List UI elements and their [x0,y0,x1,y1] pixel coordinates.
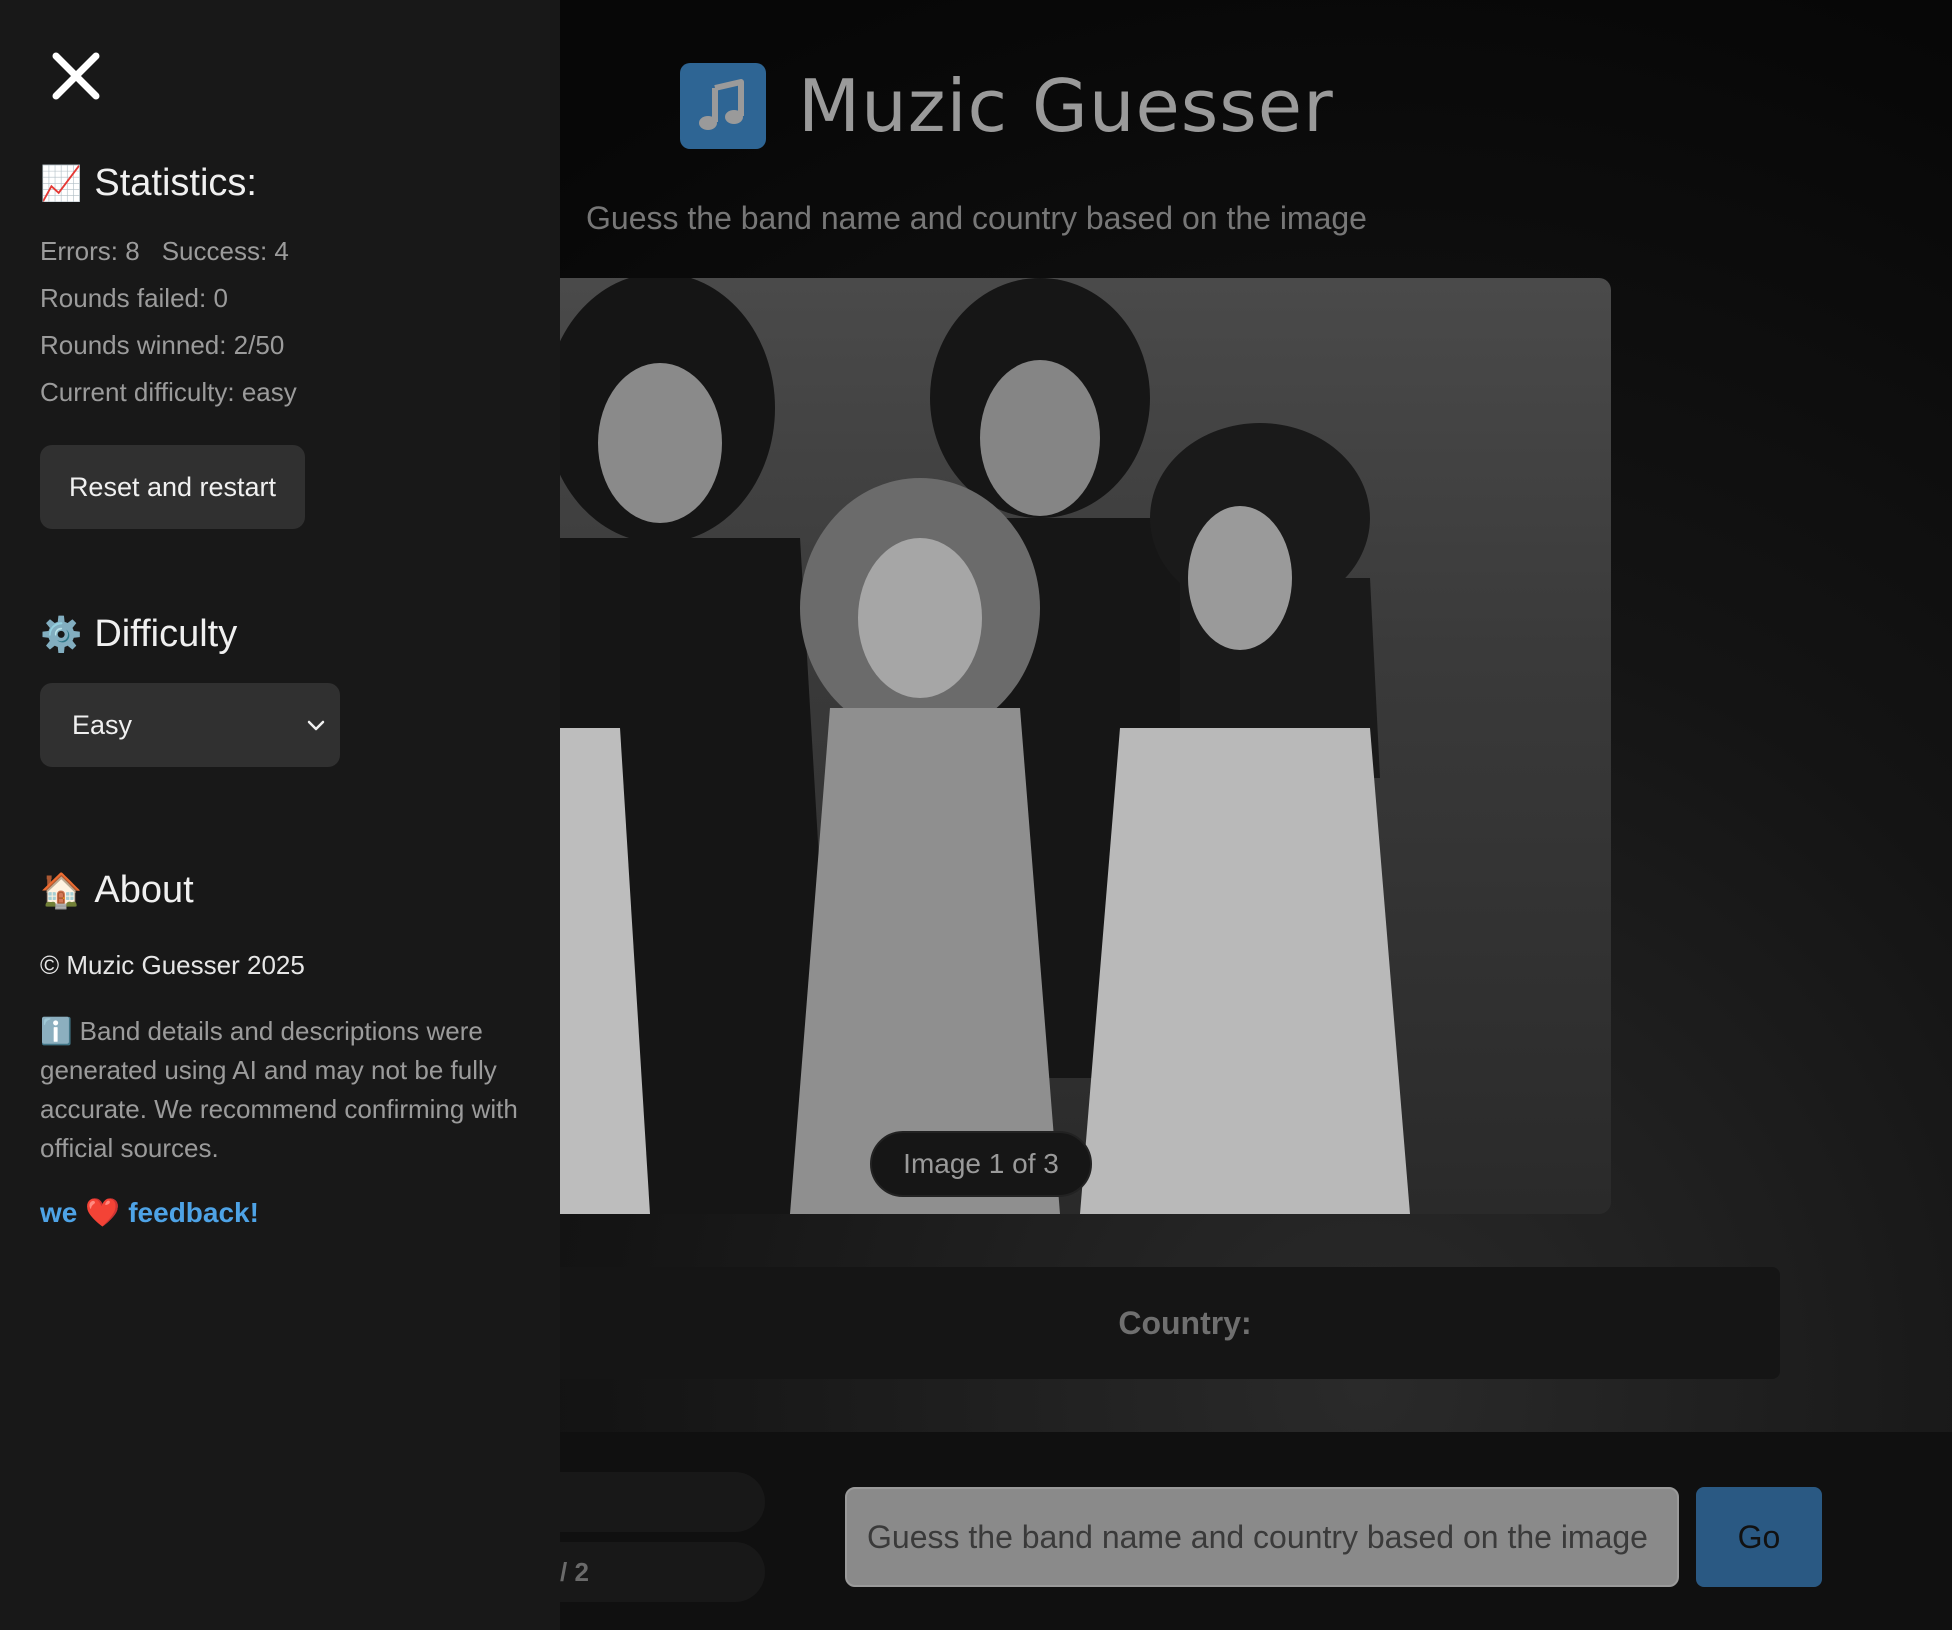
feedback-link[interactable]: we ❤️ feedback! [40,1196,259,1229]
answer-panel: Country: [530,1267,1780,1379]
go-button[interactable]: Go [1696,1487,1822,1587]
close-icon[interactable] [48,48,104,104]
statistics-title: Statistics: [94,162,257,204]
app-header: Muzic Guesser [680,62,1334,150]
gear-icon: ⚙️ [40,615,83,654]
difficulty-selected-value: Easy [72,709,133,740]
ai-disclaimer: ℹ️ Band details and descriptions were ge… [40,1016,518,1163]
app-title: Muzic Guesser [798,64,1334,148]
image-counter: Image 1 of 3 [870,1131,1092,1197]
copyright-text: © Muzic Guesser 2025 [40,950,305,980]
app-subtitle: Guess the band name and country based on… [586,200,1367,236]
rounds-failed: Rounds failed: 0 [40,283,228,313]
music-note-icon [680,63,766,149]
about-title: About [94,869,194,911]
errors-success-line: Errors: 8 Success: 4 [40,236,289,267]
feedback-text: feedback! [128,1196,259,1228]
app-root: Muzic Guesser Guess the band name and co… [0,0,1952,1630]
reset-restart-button[interactable]: Reset and restart [40,445,305,529]
rounds-winned: Rounds winned: 2/50 [40,330,285,360]
chevron-down-icon [307,720,325,731]
current-difficulty: Current difficulty: easy [40,377,297,407]
heart-icon: ❤️ [85,1197,121,1228]
band-photo [420,278,1611,1214]
chart-icon: 📈 [40,164,83,203]
difficulty-heading: ⚙️ Difficulty [40,613,237,656]
statistics-heading: 📈 Statistics: [40,162,257,205]
success-count: Success: 4 [161,236,289,266]
errors-count: Errors: 8 [40,236,140,266]
about-heading: 🏠 About [40,869,194,912]
house-icon: 🏠 [40,871,83,910]
sidebar: 📈 Statistics: Errors: 8 Success: 4 Rounds… [0,0,560,1630]
difficulty-select[interactable]: Easy [40,683,340,767]
country-label: Country: [1118,1304,1252,1341]
feedback-we: we [40,1196,78,1228]
difficulty-title: Difficulty [94,613,238,655]
guess-input[interactable] [845,1487,1679,1587]
